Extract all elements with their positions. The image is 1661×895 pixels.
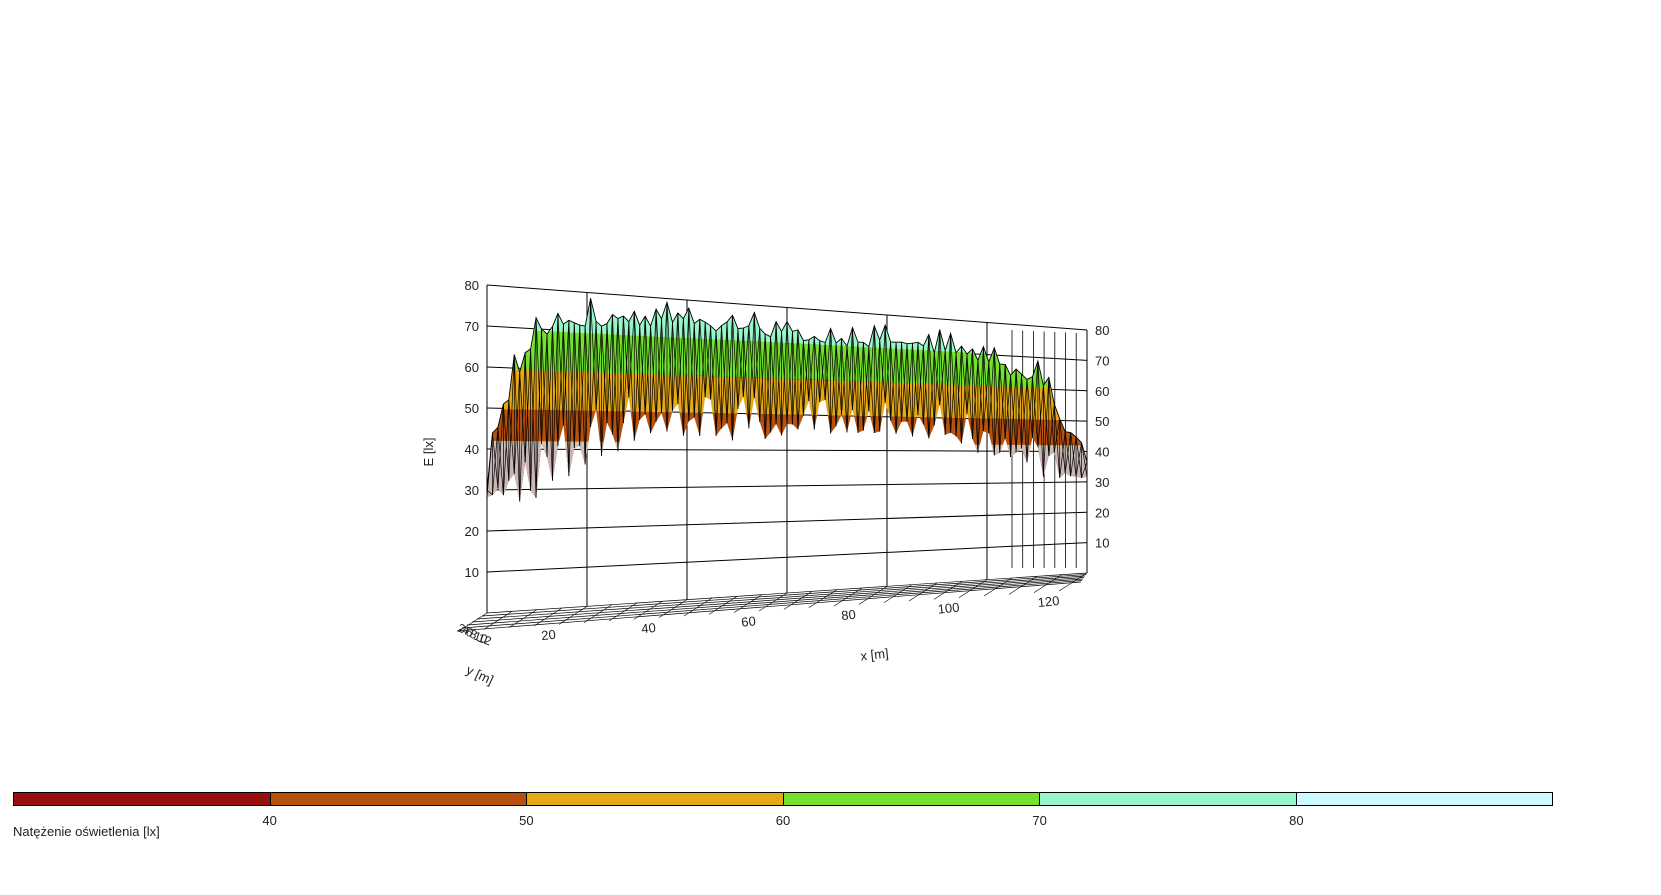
x-tick-label: 40 bbox=[641, 620, 657, 636]
color-legend bbox=[13, 792, 1553, 806]
z-tick-label-left: 40 bbox=[465, 442, 479, 457]
legend-band bbox=[1295, 792, 1553, 806]
floor-line bbox=[466, 578, 1084, 626]
floor-line bbox=[456, 581, 1082, 632]
z-tick-label-left: 20 bbox=[465, 524, 479, 539]
x-tick-label: 120 bbox=[1037, 593, 1060, 610]
z-tick-label-right: 50 bbox=[1095, 414, 1109, 429]
legend-tick-label: 50 bbox=[519, 813, 534, 828]
z-tick-label-left: 50 bbox=[465, 401, 479, 416]
legend-tick-label: 40 bbox=[262, 813, 277, 828]
floor-line bbox=[633, 601, 663, 620]
x-tick-label: 20 bbox=[541, 627, 557, 643]
floor-line bbox=[461, 580, 1083, 629]
floor-line bbox=[483, 611, 513, 630]
z-axis-label: E [lx] bbox=[421, 438, 436, 467]
z-tick-label-left: 10 bbox=[465, 565, 479, 580]
floor-line bbox=[476, 575, 1086, 620]
z-tick-label-right: 30 bbox=[1095, 475, 1109, 490]
legend-band bbox=[13, 792, 271, 806]
legend-tick-label: 80 bbox=[1289, 813, 1304, 828]
z-tick-label-right: 80 bbox=[1095, 323, 1109, 338]
x-axis-label: x [m] bbox=[860, 646, 890, 664]
legend-tick-label: 70 bbox=[1032, 813, 1047, 828]
legend-title: Natężenie oświetlenia [lx] bbox=[13, 824, 160, 839]
x-tick-label: 80 bbox=[841, 607, 857, 623]
z-tick-label-right: 70 bbox=[1095, 353, 1109, 368]
legend-band bbox=[269, 792, 527, 806]
legend-band bbox=[526, 792, 784, 806]
z-tick-label-left: 30 bbox=[465, 483, 479, 498]
z-tick-label-left: 80 bbox=[465, 278, 479, 293]
z-tick-label-left: 70 bbox=[465, 319, 479, 334]
z-tick-label-left: 60 bbox=[465, 360, 479, 375]
floor-grid bbox=[456, 572, 1088, 632]
legend-tick-label: 60 bbox=[775, 813, 791, 828]
y-axis-label: y [m] bbox=[464, 662, 496, 688]
legend-band bbox=[782, 792, 1040, 806]
z-tick-label-right: 10 bbox=[1095, 536, 1109, 551]
z-tick-label-right: 60 bbox=[1095, 384, 1109, 399]
z-tick-label-right: 40 bbox=[1095, 445, 1109, 460]
x-tick-label: 100 bbox=[937, 600, 960, 617]
x-tick-label: 60 bbox=[741, 613, 757, 629]
floor-line bbox=[471, 577, 1085, 623]
surface-chart: 10 10 20 20 30 30 40 40 50 50 60 60 70 70 80 80 20 40 60 80… bbox=[421, 278, 1109, 688]
z-tick-label-right: 20 bbox=[1095, 505, 1109, 520]
floor-line bbox=[733, 594, 763, 613]
legend-band bbox=[1039, 792, 1297, 806]
